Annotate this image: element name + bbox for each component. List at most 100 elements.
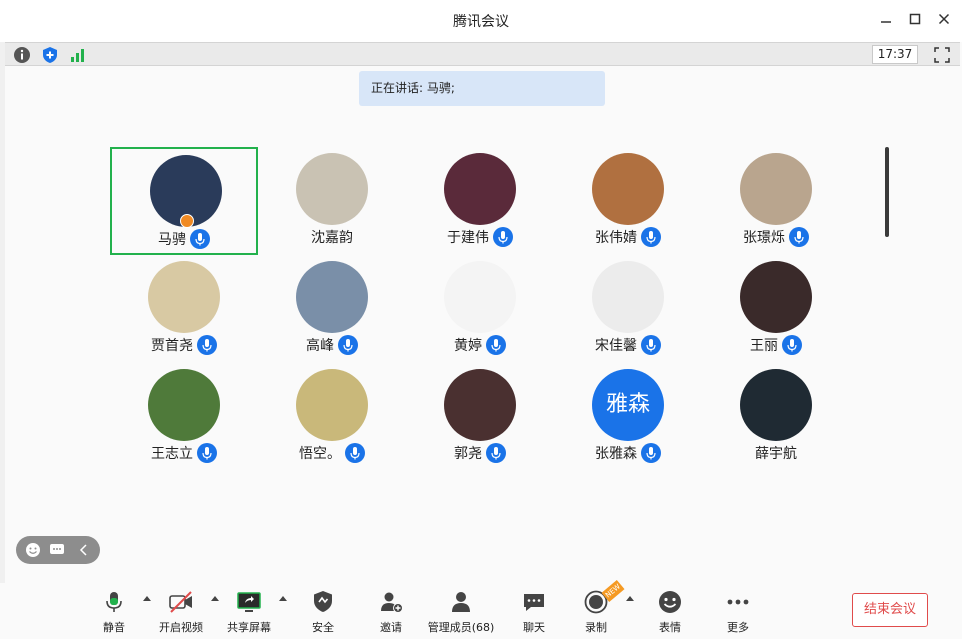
participant-name: 沈嘉韵 — [311, 230, 353, 246]
participant-tile[interactable]: 黄婷 — [406, 255, 554, 363]
participant-name-row: 王丽 — [702, 335, 850, 355]
avatar — [296, 369, 368, 441]
share-screen-label: 共享屏幕 — [227, 621, 271, 634]
share-screen-icon — [237, 592, 261, 612]
video-off-icon — [169, 591, 192, 613]
avatar — [444, 369, 516, 441]
microphone-badge-icon — [190, 229, 210, 249]
participant-name-row: 宋佳馨 — [554, 335, 702, 355]
signal-icon[interactable] — [69, 46, 87, 64]
participant-tile[interactable]: 王丽 — [702, 255, 850, 363]
participant-tile[interactable]: 王志立 — [110, 363, 258, 471]
participant-name: 于建伟 — [447, 230, 489, 246]
scrollbar[interactable] — [885, 147, 889, 237]
avatar — [148, 261, 220, 333]
avatar — [740, 369, 812, 441]
participant-name-row: 高峰 — [258, 335, 406, 355]
avatar: 雅森 — [592, 369, 664, 441]
participant-name: 马骋 — [158, 232, 186, 248]
participant-name: 王丽 — [750, 338, 778, 354]
chat-bubble-icon[interactable] — [49, 542, 65, 558]
participant-name-row: 郭尧 — [406, 443, 554, 463]
close-icon[interactable] — [933, 10, 955, 32]
microphone-badge-icon — [641, 227, 661, 247]
more-button[interactable]: 更多 — [718, 589, 758, 635]
emoji-label: 表情 — [659, 621, 681, 634]
speaking-indicator: 正在讲话: 马骋; — [359, 71, 605, 106]
add-person-icon — [381, 592, 403, 613]
minimize-icon[interactable] — [875, 10, 897, 32]
end-meeting-button[interactable]: 结束会议 — [852, 593, 928, 627]
participant-name-row: 于建伟 — [406, 227, 554, 247]
participant-tile[interactable]: 宋佳馨 — [554, 255, 702, 363]
avatar — [444, 261, 516, 333]
participant-tile[interactable]: 郭尧 — [406, 363, 554, 471]
left-edge — [0, 42, 5, 639]
participant-tile[interactable]: 张璟烁 — [702, 147, 850, 255]
participant-tile[interactable]: 于建伟 — [406, 147, 554, 255]
share-screen-button[interactable]: 共享屏幕 — [224, 589, 274, 635]
participant-tile[interactable]: 高峰 — [258, 255, 406, 363]
chat-button[interactable]: 聊天 — [514, 589, 554, 635]
meeting-clock: 17:37 — [872, 45, 918, 64]
avatar — [444, 153, 516, 225]
participant-name-row: 沈嘉韵 — [258, 227, 406, 247]
share-options-caret-icon[interactable] — [279, 596, 287, 601]
fullscreen-icon[interactable] — [933, 46, 951, 64]
avatar — [740, 153, 812, 225]
emoji-icon[interactable] — [25, 542, 41, 558]
video-options-caret-icon[interactable] — [211, 596, 219, 601]
manage-members-label: 管理成员(68) — [427, 621, 495, 634]
participant-name: 悟空。 — [299, 446, 341, 462]
host-badge-icon — [180, 214, 194, 228]
security-label: 安全 — [312, 621, 334, 634]
microphone-badge-icon — [338, 335, 358, 355]
participant-tile[interactable]: 雅森 张雅森 — [554, 363, 702, 471]
start-video-button[interactable]: 开启视频 — [156, 589, 206, 635]
members-icon — [452, 592, 470, 612]
participant-tile[interactable]: 悟空。 — [258, 363, 406, 471]
maximize-icon[interactable] — [904, 10, 926, 32]
collapse-chevron-icon[interactable] — [76, 542, 92, 558]
participant-name: 王志立 — [151, 446, 193, 462]
participant-name: 张伟婧 — [595, 230, 637, 246]
microphone-badge-icon — [641, 335, 661, 355]
participant-tile[interactable]: 马骋 — [110, 147, 258, 255]
avatar — [740, 261, 812, 333]
security-button[interactable]: 安全 — [303, 589, 343, 635]
participant-name: 张雅森 — [595, 446, 637, 462]
participant-name: 郭尧 — [454, 446, 482, 462]
microphone-badge-icon — [345, 443, 365, 463]
microphone-badge-icon — [789, 227, 809, 247]
participant-tile[interactable]: 张伟婧 — [554, 147, 702, 255]
meeting-toolbar: 17:37 — [5, 42, 960, 66]
more-dots-icon — [727, 599, 749, 605]
avatar — [296, 153, 368, 225]
chat-label: 聊天 — [523, 621, 545, 634]
info-icon[interactable] — [13, 46, 31, 64]
participant-name-row: 薛宇航 — [702, 443, 850, 463]
participant-name: 张璟烁 — [743, 230, 785, 246]
mute-button[interactable]: 静音 — [94, 589, 134, 635]
reaction-pill[interactable] — [16, 536, 100, 564]
invite-label: 邀请 — [380, 621, 402, 634]
avatar — [592, 153, 664, 225]
microphone-badge-icon — [197, 443, 217, 463]
participant-name: 宋佳馨 — [595, 338, 637, 354]
invite-button[interactable]: 邀请 — [371, 589, 411, 635]
participant-tile[interactable]: 贾首尧 — [110, 255, 258, 363]
emoji-button[interactable]: 表情 — [650, 589, 690, 635]
mute-options-caret-icon[interactable] — [143, 596, 151, 601]
start-video-label: 开启视频 — [159, 621, 203, 634]
mute-label: 静音 — [103, 621, 125, 634]
participant-tile[interactable]: 薛宇航 — [702, 363, 850, 471]
manage-members-button[interactable]: 管理成员(68) — [426, 589, 496, 635]
participant-name-row: 黄婷 — [406, 335, 554, 355]
record-options-caret-icon[interactable] — [626, 596, 634, 601]
participant-tile[interactable]: 沈嘉韵 — [258, 147, 406, 255]
shield-icon[interactable] — [41, 46, 59, 64]
security-shield-icon — [314, 591, 332, 612]
microphone-badge-icon — [486, 335, 506, 355]
participant-name: 高峰 — [306, 338, 334, 354]
participant-name-row: 贾首尧 — [110, 335, 258, 355]
